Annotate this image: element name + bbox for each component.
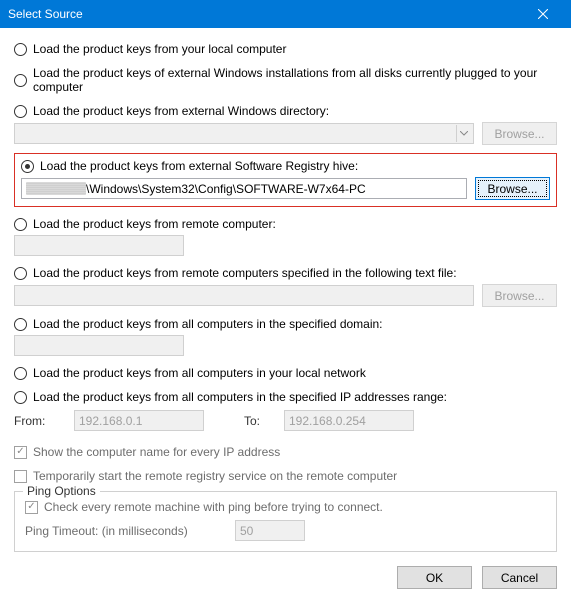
option-ip-range[interactable]: Load the product keys from all computers… [14,390,557,404]
highlighted-option: Load the product keys from external Soft… [14,153,557,207]
remote-row [14,235,557,256]
chevron-down-icon [456,125,471,142]
option-remote-file[interactable]: Load the product keys from remote comput… [14,266,557,280]
ping-timeout-input [235,520,305,541]
check-ping[interactable]: Check every remote machine with ping bef… [25,500,546,514]
remote-computer-input [14,235,184,256]
browse-hive-button[interactable]: Browse... [475,177,550,200]
radio-icon [21,160,34,173]
option-label: Load the product keys from your local co… [33,42,286,56]
ping-options-group: Ping Options Check every remote machine … [14,491,557,552]
cancel-button[interactable]: Cancel [482,566,557,589]
domain-row [14,335,557,356]
remote-file-row: Browse... [14,284,557,307]
radio-icon [14,218,27,231]
option-ext-installs[interactable]: Load the product keys of external Window… [14,66,557,94]
check-label: Check every remote machine with ping bef… [44,500,383,514]
ip-to-input [284,410,414,431]
ip-range-row: From: To: [14,410,557,431]
ext-dir-combo[interactable] [14,123,474,144]
ok-button[interactable]: OK [397,566,472,589]
ping-legend: Ping Options [23,484,100,498]
radio-icon [14,43,27,56]
check-label: Temporarily start the remote registry se… [33,469,397,483]
check-temp-registry[interactable]: Temporarily start the remote registry se… [14,469,557,483]
checkbox-icon [25,501,38,514]
option-label: Load the product keys from all computers… [33,390,447,404]
radio-icon [14,74,27,87]
option-domain[interactable]: Load the product keys from all computers… [14,317,557,331]
radio-icon [14,367,27,380]
hive-path-text: \Windows\System32\Config\SOFTWARE-W7x64-… [86,182,366,196]
ping-timeout-row: Ping Timeout: (in milliseconds) [25,520,546,541]
check-label: Show the computer name for every IP addr… [33,445,280,459]
option-local[interactable]: Load the product keys from your local co… [14,42,557,56]
dialog-content: Load the product keys from your local co… [0,28,571,599]
option-remote[interactable]: Load the product keys from remote comput… [14,217,557,231]
ping-timeout-label: Ping Timeout: (in milliseconds) [25,524,225,538]
close-icon [538,9,548,19]
close-button[interactable] [523,0,563,28]
option-label: Load the product keys from all computers… [33,317,383,331]
option-local-net[interactable]: Load the product keys from all computers… [14,366,557,380]
check-show-name[interactable]: Show the computer name for every IP addr… [14,445,557,459]
option-label: Load the product keys from remote comput… [33,266,457,280]
browse-ext-dir-button: Browse... [482,122,557,145]
option-label: Load the product keys of external Window… [33,66,557,94]
redacted-prefix [26,182,86,195]
titlebar: Select Source [0,0,571,28]
browse-remote-file-button: Browse... [482,284,557,307]
radio-icon [14,267,27,280]
remote-file-input [14,285,474,306]
radio-icon [14,318,27,331]
ip-from-input [74,410,204,431]
from-label: From: [14,414,64,428]
option-label: Load the product keys from all computers… [33,366,366,380]
ext-dir-row: Browse... [14,122,557,145]
ext-hive-row: \Windows\System32\Config\SOFTWARE-W7x64-… [21,177,550,200]
hive-path-input[interactable]: \Windows\System32\Config\SOFTWARE-W7x64-… [21,178,467,199]
radio-icon [14,105,27,118]
window-title: Select Source [8,7,83,21]
option-ext-hive[interactable]: Load the product keys from external Soft… [21,159,550,173]
option-ext-dir[interactable]: Load the product keys from external Wind… [14,104,557,118]
domain-input [14,335,184,356]
checkbox-icon [14,446,27,459]
option-label: Load the product keys from external Soft… [40,159,358,173]
radio-icon [14,391,27,404]
option-label: Load the product keys from external Wind… [33,104,329,118]
to-label: To: [244,414,274,428]
option-label: Load the product keys from remote comput… [33,217,276,231]
checkbox-icon [14,470,27,483]
dialog-footer: OK Cancel [14,566,557,589]
